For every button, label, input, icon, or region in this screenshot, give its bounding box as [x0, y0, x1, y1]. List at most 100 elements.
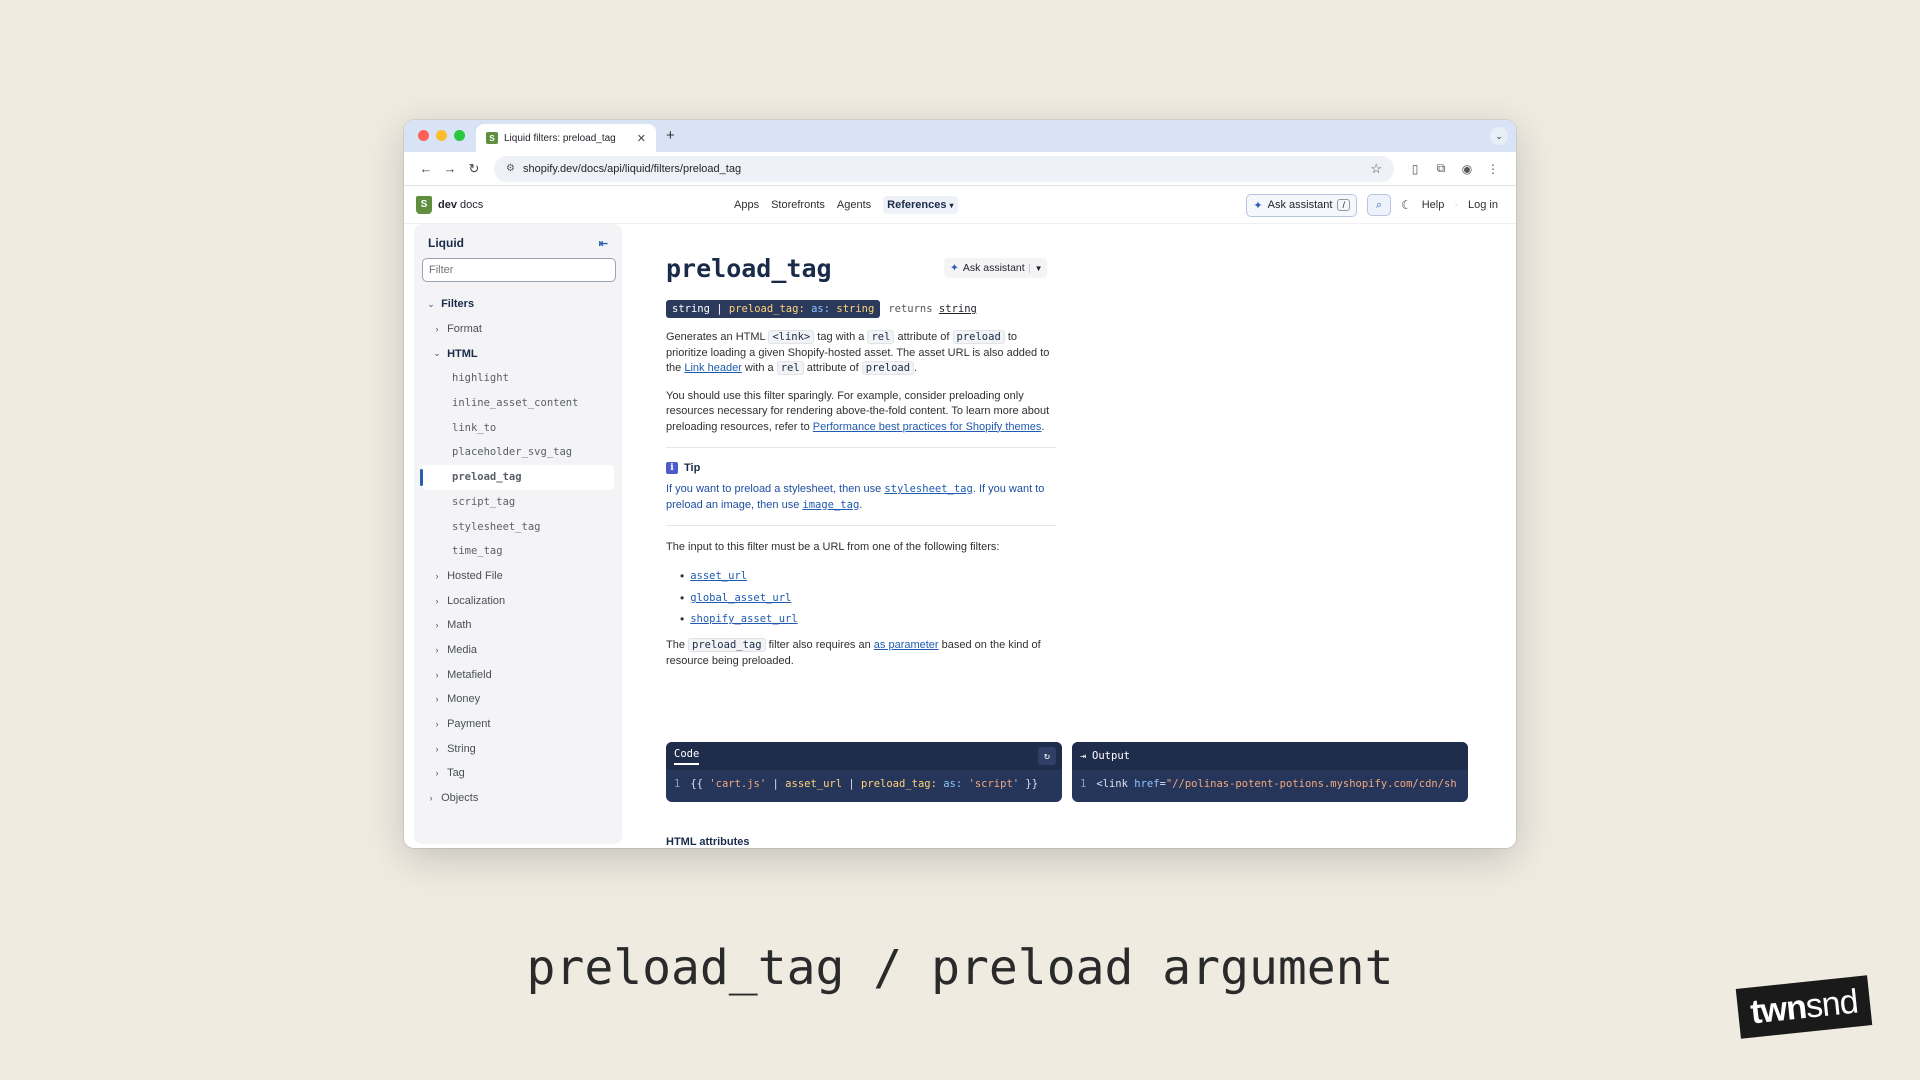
tip-heading: i Tip: [666, 462, 1486, 474]
close-window-button[interactable]: [418, 130, 429, 141]
maximize-window-button[interactable]: [454, 130, 465, 141]
image-tag-link[interactable]: image_tag: [802, 499, 859, 511]
sidebar-item-filters[interactable]: ⌄ Filters: [422, 292, 614, 317]
sidebar-item-html[interactable]: ⌄ HTML: [422, 341, 614, 366]
tab-strip: S Liquid filters: preload_tag ✕ + ⌄: [404, 120, 1516, 152]
sidebar-item-string[interactable]: › String: [422, 736, 614, 761]
extension-icon[interactable]: ▯: [1402, 162, 1428, 176]
sidebar-item-label: HTML: [447, 347, 478, 360]
sidebar-item-stylesheet-tag[interactable]: stylesheet_tag: [422, 514, 614, 539]
sidebar-item-highlight[interactable]: highlight: [422, 366, 614, 391]
forward-arrow-icon[interactable]: →: [438, 161, 462, 176]
search-button[interactable]: ⌕: [1366, 194, 1391, 216]
sidebar-item-label: Objects: [441, 792, 479, 805]
asset-url-link[interactable]: asset_url: [690, 570, 747, 582]
sidebar-filter-input[interactable]: [422, 258, 616, 282]
output-icon: ⇥: [1080, 750, 1087, 762]
html-attributes-heading: HTML attributes: [666, 836, 750, 848]
profile-icon[interactable]: ◉: [1454, 162, 1480, 176]
chevron-right-icon: ›: [435, 324, 439, 335]
sidebar-item-label: Hosted File: [447, 569, 503, 582]
sidebar-item-objects[interactable]: › Objects: [422, 786, 614, 811]
window-controls: [418, 130, 465, 141]
sidebar-item-preload-tag[interactable]: preload_tag: [420, 464, 614, 490]
slide-caption: preload_tag / preload argument: [526, 940, 1394, 996]
collapse-sidebar-icon[interactable]: ⇤: [599, 237, 608, 250]
output-block: ⇥ Output 1 <link href="//polinas-potent-p…: [1072, 742, 1468, 802]
nav-references[interactable]: References ▾: [883, 196, 958, 214]
chevron-right-icon: ›: [435, 644, 439, 655]
performance-best-practices-link[interactable]: Performance best practices for Shopify t…: [813, 421, 1042, 433]
shopify-asset-url-link[interactable]: shopify_asset_url: [690, 613, 797, 625]
sidebar-item-link-to[interactable]: link_to: [422, 415, 614, 440]
login-link[interactable]: Log in: [1468, 199, 1498, 211]
new-tab-button[interactable]: +: [666, 127, 675, 144]
link-header-link[interactable]: Link header: [684, 362, 742, 374]
sidebar-item-math[interactable]: › Math: [422, 613, 614, 638]
sidebar-item-media[interactable]: › Media: [422, 638, 614, 663]
reload-icon[interactable]: ↻: [462, 161, 486, 177]
sidebar-item-placeholder-svg-tag[interactable]: placeholder_svg_tag: [422, 440, 614, 465]
sidebar-item-money[interactable]: › Money: [422, 687, 614, 712]
separator-dot: ·: [1454, 199, 1459, 211]
code-example-block: Code ↻ 1{{ 'cart.js' | asset_url | prelo…: [666, 742, 1062, 802]
minimize-window-button[interactable]: [436, 130, 447, 141]
reset-code-icon[interactable]: ↻: [1038, 747, 1056, 765]
extensions-puzzle-icon[interactable]: ⧉: [1428, 161, 1454, 176]
site-settings-icon[interactable]: ⚙: [506, 163, 515, 174]
sidebar-item-payment[interactable]: › Payment: [422, 712, 614, 737]
sidebar-item-tag[interactable]: › Tag: [422, 761, 614, 786]
shopify-logo-icon[interactable]: S: [416, 195, 432, 214]
code-header: Code ↻: [666, 742, 1062, 770]
as-parameter-link[interactable]: as parameter: [874, 639, 939, 651]
sidebar-item-label: Media: [447, 643, 478, 656]
help-link[interactable]: Help: [1422, 199, 1445, 211]
nav-agents[interactable]: Agents: [837, 199, 871, 211]
address-bar[interactable]: ⚙ shopify.dev/docs/api/liquid/filters/pr…: [494, 155, 1394, 182]
sidebar-item-label: script_tag: [452, 495, 516, 508]
tab-search-chevron-icon[interactable]: ⌄: [1490, 127, 1508, 145]
sidebar-item-format[interactable]: › Format: [422, 317, 614, 342]
shopify-favicon-icon: S: [486, 132, 498, 144]
sidebar-item-localization[interactable]: › Localization: [422, 588, 614, 613]
divider: [666, 447, 1056, 448]
dark-mode-moon-icon[interactable]: ☾: [1401, 198, 1412, 212]
ask-assistant-button[interactable]: ✦ Ask assistant /: [1246, 193, 1357, 217]
sparkle-icon: ✦: [950, 262, 959, 274]
sidebar-item-inline-asset-content[interactable]: inline_asset_content: [422, 391, 614, 416]
nav-storefronts[interactable]: Storefronts: [771, 199, 825, 211]
list-item: global_asset_url: [680, 587, 1486, 609]
chevron-right-icon: ›: [429, 793, 433, 804]
code-tab[interactable]: Code: [674, 748, 700, 765]
sidebar-item-label: Tag: [447, 767, 465, 780]
url-text: shopify.dev/docs/api/liquid/filters/prel…: [522, 162, 742, 175]
signature-returns: returns string: [888, 303, 977, 315]
sparkle-icon: ✦: [1253, 199, 1263, 212]
browser-menu-icon[interactable]: ⋮: [1480, 162, 1506, 176]
sidebar-item-time-tag[interactable]: time_tag: [422, 539, 614, 564]
sidebar-header: Liquid ⇤: [422, 236, 614, 250]
browser-tab[interactable]: S Liquid filters: preload_tag ✕: [476, 124, 656, 152]
bookmark-star-icon[interactable]: ☆: [1370, 161, 1382, 177]
stylesheet-tag-link[interactable]: stylesheet_tag: [884, 483, 973, 495]
site-logo-text[interactable]: dev docs: [438, 199, 483, 211]
nav-apps[interactable]: Apps: [734, 199, 759, 211]
search-icon: ⌕: [1375, 198, 1383, 211]
return-type-link[interactable]: string: [939, 303, 977, 315]
filter-list: asset_url global_asset_url shopify_asset…: [666, 566, 1486, 631]
chevron-down-icon[interactable]: ▼: [1028, 263, 1043, 273]
sidebar-item-metafield[interactable]: › Metafield: [422, 662, 614, 687]
global-asset-url-link[interactable]: global_asset_url: [690, 592, 791, 604]
close-tab-icon[interactable]: ✕: [637, 132, 646, 145]
sidebar-item-script-tag[interactable]: script_tag: [422, 490, 614, 515]
info-icon: i: [666, 462, 678, 474]
output-tab: Output: [1092, 750, 1130, 762]
chevron-down-icon: ⌄: [427, 298, 435, 309]
chevron-right-icon: ›: [435, 743, 439, 754]
divider: [666, 525, 1056, 526]
back-arrow-icon[interactable]: ←: [414, 161, 438, 176]
chevron-right-icon: ›: [435, 694, 439, 705]
list-item: shopify_asset_url: [680, 609, 1486, 631]
sidebar-item-hosted-file[interactable]: › Hosted File: [422, 564, 614, 589]
ask-assistant-inline-button[interactable]: ✦ Ask assistant ▼: [944, 258, 1047, 278]
